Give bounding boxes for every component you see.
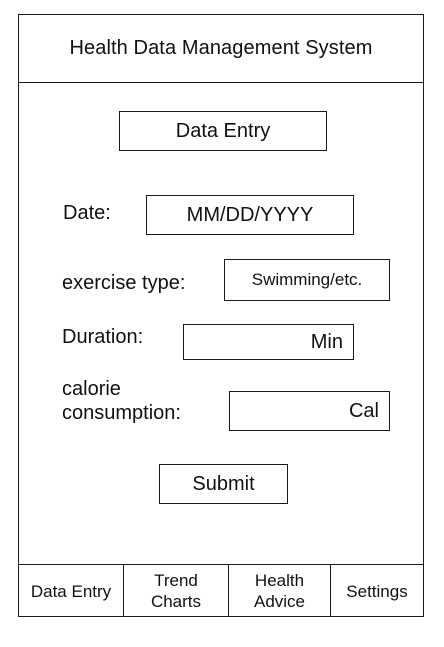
nav-settings[interactable]: Settings (330, 565, 423, 617)
nav-health-advice[interactable]: Health Advice (228, 565, 330, 617)
app-frame: Health Data Management System Data Entry… (18, 14, 424, 617)
date-field[interactable]: MM/DD/YYYY (146, 195, 354, 235)
date-label: Date: (63, 202, 111, 224)
exercise-type-label: exercise type: (62, 272, 186, 294)
data-entry-button[interactable]: Data Entry (119, 111, 327, 151)
calorie-consumption-label: calorie consumption: (62, 378, 181, 424)
duration-field[interactable]: Min (183, 324, 354, 360)
page-title: Health Data Management System (19, 15, 423, 83)
nav-trend-charts-label: Trend Charts (150, 571, 202, 611)
nav-settings-label: Settings (346, 581, 408, 601)
nav-data-entry-label: Data Entry (30, 581, 112, 601)
duration-label: Duration: (62, 326, 144, 348)
nav-trend-charts[interactable]: Trend Charts (123, 565, 228, 617)
calorie-field[interactable]: Cal (229, 391, 390, 431)
nav-health-advice-label: Health Advice (253, 571, 306, 611)
nav-data-entry[interactable]: Data Entry (19, 565, 123, 617)
bottom-nav: Data Entry Trend Charts Health Advice Se… (19, 564, 423, 617)
exercise-type-field[interactable]: Swimming/etc. (224, 259, 390, 301)
submit-button[interactable]: Submit (159, 464, 288, 504)
